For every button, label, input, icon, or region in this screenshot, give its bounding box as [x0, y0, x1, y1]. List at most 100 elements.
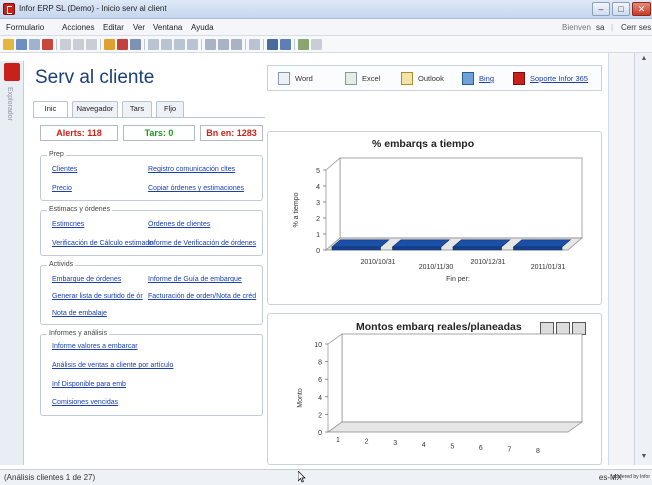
print-icon[interactable]	[267, 39, 278, 50]
link-precio[interactable]: Precio	[52, 185, 72, 192]
title-bar: Infor ERP SL (Demo) - Inicio serv al cli…	[0, 0, 652, 19]
link-estimcnes[interactable]: Estimcnes	[52, 221, 84, 228]
explorer-rail[interactable]: Explorador	[0, 61, 24, 465]
scroll-down-icon[interactable]: ▼	[639, 453, 649, 460]
user-name: sa	[596, 23, 605, 32]
menu-editar[interactable]: Editar	[103, 23, 124, 32]
notes-icon[interactable]	[311, 39, 322, 50]
group-label: Activids	[47, 261, 76, 268]
open-icon[interactable]	[3, 39, 14, 50]
link-clientes[interactable]: Clientes	[52, 166, 77, 173]
link-informe-guia-embarque[interactable]: Informe de Guía de embarque	[148, 276, 242, 283]
group-label: Estimacs y órdenes	[47, 206, 113, 213]
window-title: Infor ERP SL (Demo) - Inicio serv al cli…	[19, 4, 167, 13]
y-tick-label: 10	[314, 342, 322, 349]
filter-icon[interactable]	[104, 39, 115, 50]
y-tick-label: 8	[318, 360, 322, 367]
refresh-icon[interactable]	[249, 39, 260, 50]
x-tick-label: 2	[365, 439, 369, 446]
list-view-icon[interactable]	[231, 39, 242, 50]
tab-navegador[interactable]: Navegador	[72, 101, 118, 117]
link-facturacion-orden[interactable]: Facturación de orden/Nota de créd	[148, 293, 256, 300]
group-prep: Prep Clientes Registro comunicación clte…	[40, 151, 263, 201]
link-inf-disponible[interactable]: Inf Disponible para emb	[52, 381, 126, 388]
chart-panel-embarqs: % embarqs a tiempo 0 1 2 3 4 5% a tiempo 2010/…	[267, 131, 602, 305]
chart-floor	[326, 421, 584, 433]
x-tick-label: 5	[450, 443, 454, 450]
tab-fljo[interactable]: Fljo	[156, 101, 184, 117]
last-record-icon[interactable]	[187, 39, 198, 50]
minimize-button[interactable]: –	[592, 2, 610, 16]
menu-separator: |	[611, 23, 614, 32]
tab-inic[interactable]: Inic	[33, 101, 68, 118]
x-tick-label: 6	[479, 445, 483, 452]
vertical-scrollbar[interactable]: ▲ ▼	[634, 53, 652, 465]
attachment-icon[interactable]	[298, 39, 309, 50]
form-view-icon[interactable]	[218, 39, 229, 50]
link-ordenes-clientes[interactable]: Órdenes de clientes	[148, 221, 210, 228]
chart-back-wall	[339, 157, 583, 239]
new-icon[interactable]	[29, 39, 40, 50]
cut-icon[interactable]	[73, 39, 84, 50]
y-tick-label: 4	[318, 395, 322, 402]
link-comisiones-vencidas[interactable]: Comisiones vencidas	[52, 399, 118, 406]
menu-formulario[interactable]: Formulario	[6, 23, 44, 32]
menu-acciones[interactable]: Acciones	[62, 23, 94, 32]
search-icon[interactable]	[130, 39, 141, 50]
y-tick-label: 4	[316, 184, 320, 191]
link-nota-embalaje[interactable]: Nota de embalaje	[52, 310, 107, 317]
x-tick-label: 2010/10/31	[360, 259, 395, 266]
filter-clear-icon[interactable]	[117, 39, 128, 50]
y-axis-label: % a tiempo	[293, 192, 300, 227]
grid-view-icon[interactable]	[205, 39, 216, 50]
menu-ayuda[interactable]: Ayuda	[191, 23, 214, 32]
prev-record-icon[interactable]	[161, 39, 172, 50]
toolbar-separator	[294, 39, 295, 50]
link-generar-lista-surtido[interactable]: Generar lista de surtido de ór	[52, 293, 143, 300]
link-analisis-ventas[interactable]: Análisis de ventas a cliente por artícul…	[52, 362, 173, 369]
x-tick-label: 2010/12/31	[470, 259, 505, 266]
chart-panel-montos: Montos embarq reales/planeadas 0 2 4 6 8 10 Mo…	[267, 313, 602, 465]
explorer-tab-icon[interactable]	[4, 63, 20, 81]
link-verificacion-calculo[interactable]: Verificación de Cálculo estimado	[52, 240, 153, 247]
outlook-icon	[401, 72, 413, 85]
link-informe-verificacion[interactable]: Informe de Verificación de órdenes	[148, 240, 256, 247]
scroll-up-icon[interactable]: ▲	[639, 55, 649, 62]
bar-front	[452, 246, 502, 251]
chart-embarqs-svg: 0 1 2 3 4 5 % a tiempo 2010/10/31 2010/11/30 2010…	[293, 157, 583, 283]
menu-ventana[interactable]: Ventana	[153, 23, 182, 32]
delete-icon[interactable]	[42, 39, 53, 50]
link-embarque-ordenes[interactable]: Embarque de órdenes	[52, 276, 121, 283]
link-registro-comunicacion[interactable]: Registro comunicación cltes	[148, 166, 235, 173]
toolbar-separator	[100, 39, 101, 50]
chart-back-wall	[341, 333, 583, 423]
link-informe-valores[interactable]: Informe valores a embarcar	[52, 343, 138, 350]
infor-icon	[513, 72, 525, 85]
soporte-infor-label: Soporte Infor 365	[530, 74, 588, 83]
bar-front	[513, 246, 563, 251]
x-tick-label: 1	[336, 437, 340, 444]
paste-icon[interactable]	[86, 39, 97, 50]
first-record-icon[interactable]	[148, 39, 159, 50]
next-record-icon[interactable]	[174, 39, 185, 50]
menu-bar: Formulario Acciones Editar Ver Ventana A…	[0, 19, 652, 36]
group-informes-analisis: Informes y análisis Informe valores a em…	[40, 330, 263, 416]
alerts-counter[interactable]: Alerts: 118	[40, 125, 118, 141]
bn-en-counter[interactable]: Bn en: 1283	[200, 125, 263, 141]
close-button[interactable]: ✕	[632, 2, 651, 16]
save-icon[interactable]	[16, 39, 27, 50]
tab-divider	[33, 117, 265, 118]
chart-side-wall	[325, 157, 341, 251]
x-tick-label: 8	[536, 448, 540, 455]
excel-icon	[345, 72, 357, 85]
menu-ver[interactable]: Ver	[133, 23, 145, 32]
email-icon[interactable]	[280, 39, 291, 50]
x-tick-label: 3	[393, 440, 397, 447]
copy-icon[interactable]	[60, 39, 71, 50]
bing-icon	[462, 72, 474, 85]
tars-counter[interactable]: Tars: 0	[123, 125, 195, 141]
logout-link[interactable]: Cerr ses	[621, 23, 651, 32]
maximize-button[interactable]: □	[612, 2, 630, 16]
tab-tars[interactable]: Tars	[122, 101, 152, 117]
link-copiar-ordenes[interactable]: Copiar órdenes y estimaciones	[148, 185, 244, 192]
